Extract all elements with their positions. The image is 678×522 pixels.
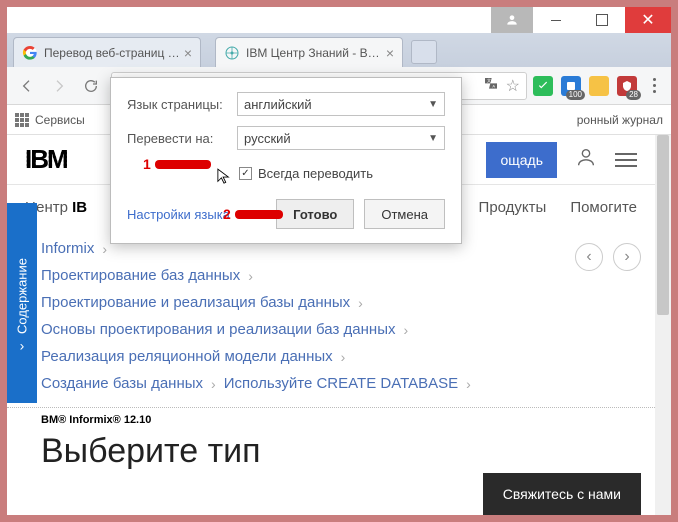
chevron-right-icon: › [20, 338, 25, 354]
ibm-logo[interactable]: IBM [25, 144, 67, 175]
always-translate-checkbox[interactable] [239, 167, 252, 180]
close-button[interactable]: ✕ [625, 7, 671, 33]
page-title: Выберите тип [7, 428, 655, 471]
ibm-primary-button[interactable]: ощадь [486, 142, 557, 178]
chevron-right-icon: › [211, 376, 216, 392]
window-titlebar: ✕ [7, 7, 671, 33]
apps-icon [15, 113, 29, 127]
annotation-2: 2 [223, 206, 283, 222]
svg-text:文: 文 [487, 77, 491, 83]
tab-close-icon[interactable]: × [184, 45, 192, 61]
new-tab-button[interactable] [411, 40, 437, 64]
nav-products[interactable]: Продукты [479, 199, 547, 216]
crumb-link[interactable]: Проектирование и реализация базы данных [41, 294, 350, 311]
always-translate-label: Всегда переводить [258, 166, 373, 181]
tab-close-icon[interactable]: × [386, 45, 394, 61]
chevron-down-icon: ▼ [428, 99, 438, 110]
crumb-link[interactable]: Реализация реляционной модели данных [41, 348, 333, 365]
crumb-link[interactable]: Создание базы данных [41, 375, 203, 392]
tab-ibm-knowledge[interactable]: IBM Центр Знаний - Вы… × [215, 37, 403, 67]
vertical-scrollbar[interactable] [655, 135, 671, 515]
back-button[interactable] [13, 72, 41, 100]
extension-yellow[interactable] [589, 76, 609, 96]
user-icon[interactable] [575, 146, 597, 173]
extension-green[interactable] [533, 76, 553, 96]
svg-text:A: A [492, 83, 495, 88]
google-favicon [22, 45, 38, 61]
forward-button[interactable] [45, 72, 73, 100]
minimize-button[interactable] [533, 7, 579, 33]
contact-us-bar[interactable]: Свяжитесь с нами [483, 473, 641, 515]
crumb-link[interactable]: Informix [41, 240, 94, 257]
nav-help[interactable]: Помогите [570, 199, 637, 216]
chevron-right-icon: › [403, 322, 408, 338]
star-icon[interactable]: ☆ [506, 76, 520, 96]
translate-popup: Язык страницы: английский ▼ Перевести на… [110, 77, 462, 244]
translate-to-label: Перевести на: [127, 131, 229, 146]
extension-red[interactable]: 28 [617, 76, 637, 96]
reload-button[interactable] [77, 72, 105, 100]
mouse-cursor-icon [217, 168, 231, 186]
user-titlebar-button[interactable] [491, 7, 533, 33]
translate-to-select[interactable]: русский ▼ [237, 126, 445, 150]
hamburger-icon[interactable] [615, 153, 637, 167]
page-language-select[interactable]: английский ▼ [237, 92, 445, 116]
extension-badge: 28 [626, 90, 641, 100]
table-of-contents-tab[interactable]: › Содержание [7, 203, 37, 403]
tab-strip: Перевод веб-страниц и… × IBM Центр Знани… [7, 33, 671, 67]
tab-title: Перевод веб-страниц и… [44, 46, 180, 60]
cancel-button[interactable]: Отмена [364, 199, 445, 229]
apps-label: Сервисы [35, 113, 85, 127]
translate-omnibox-icon[interactable]: 文A [482, 76, 500, 95]
maximize-button[interactable] [579, 7, 625, 33]
language-settings-link[interactable]: Настройки языка [127, 207, 230, 222]
toc-label: Содержание [15, 258, 30, 334]
extension-blue[interactable]: 100 [561, 76, 581, 96]
chevron-right-icon: › [466, 376, 471, 392]
page-nav-arrows: ‹ › [575, 243, 641, 271]
annotation-1: 1 [143, 156, 211, 172]
extension-badge: 100 [566, 90, 585, 100]
chevron-right-icon: › [248, 268, 253, 284]
tab-google-translate[interactable]: Перевод веб-страниц и… × [13, 37, 201, 67]
crumb-link[interactable]: Используйте CREATE DATABASE [224, 375, 458, 392]
ibm-favicon [224, 45, 240, 61]
chevron-down-icon: ▼ [428, 133, 438, 144]
crumb-link[interactable]: Основы проектирования и реализации баз д… [41, 321, 395, 338]
select-value: английский [244, 97, 312, 112]
apps-shortcut[interactable]: Сервисы [15, 113, 85, 127]
crumb-link[interactable]: Проектирование баз данных [41, 267, 240, 284]
product-version-label: BM® Informix® 12.10 [7, 407, 655, 428]
bookmark-item-right[interactable]: ронный журнал [577, 113, 663, 127]
extension-icons: 100 28 [533, 76, 637, 96]
chevron-right-icon: › [341, 349, 346, 365]
prev-page-button[interactable]: ‹ [575, 243, 603, 271]
scroll-thumb[interactable] [657, 135, 669, 315]
next-page-button[interactable]: › [613, 243, 641, 271]
chevron-right-icon: › [102, 241, 107, 257]
done-button[interactable]: Готово [276, 199, 354, 229]
page-language-label: Язык страницы: [127, 97, 229, 112]
chevron-right-icon: › [358, 295, 363, 311]
select-value: русский [244, 131, 291, 146]
chrome-menu-button[interactable] [643, 78, 665, 93]
breadcrumb: Informix › Проектирование баз данных › Про… [7, 229, 655, 407]
tab-title: IBM Центр Знаний - Вы… [246, 46, 382, 60]
